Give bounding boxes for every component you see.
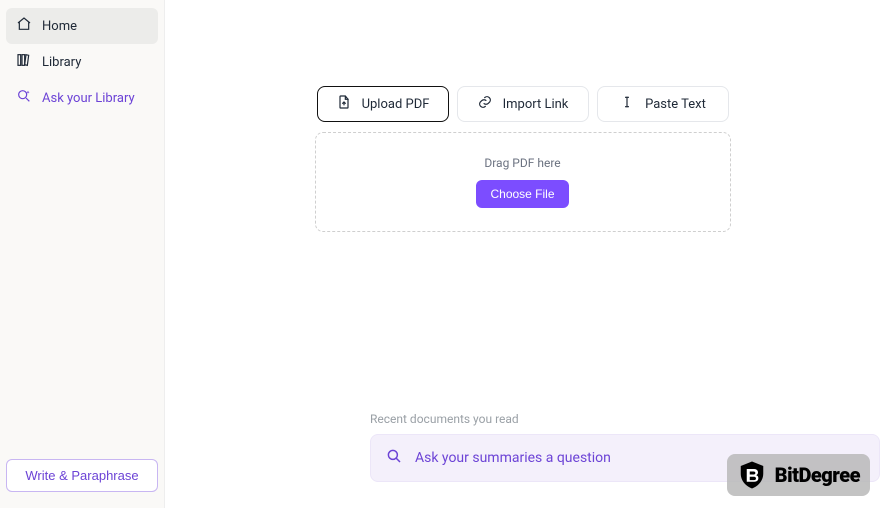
tab-upload-pdf[interactable]: Upload PDF: [317, 86, 449, 122]
library-icon: [16, 52, 32, 72]
search-sparkle-icon: [385, 447, 403, 469]
sidebar-item-label: Library: [42, 55, 81, 70]
search-sparkle-icon: [16, 88, 32, 108]
write-paraphrase-button[interactable]: Write & Paraphrase: [6, 459, 158, 492]
brand-logo-icon: [737, 460, 767, 490]
input-tabs: Upload PDF Import Link Paste Text: [317, 86, 729, 122]
sidebar-item-ask-library[interactable]: Ask your Library: [6, 80, 158, 116]
pdf-dropzone[interactable]: Drag PDF here Choose File: [315, 132, 731, 232]
choose-file-button[interactable]: Choose File: [476, 180, 568, 208]
brand-watermark: BitDegree: [727, 454, 870, 496]
text-cursor-icon: [619, 94, 635, 114]
sidebar-item-home[interactable]: Home: [6, 8, 158, 44]
tab-paste-text[interactable]: Paste Text: [597, 86, 729, 122]
tab-label: Paste Text: [645, 97, 706, 112]
recent-documents-label: Recent documents you read: [370, 412, 880, 426]
sidebar-spacer: [6, 116, 158, 459]
sidebar-item-label: Home: [42, 19, 77, 34]
sidebar-item-library[interactable]: Library: [6, 44, 158, 80]
tab-label: Upload PDF: [362, 97, 430, 112]
tab-label: Import Link: [503, 97, 569, 112]
main-content: Upload PDF Import Link Paste Text Drag P…: [165, 0, 880, 508]
sidebar-item-label: Ask your Library: [42, 91, 135, 106]
brand-name: BitDegree: [775, 463, 860, 487]
ask-bar-placeholder: Ask your summaries a question: [415, 450, 611, 466]
home-icon: [16, 16, 32, 36]
link-icon: [477, 94, 493, 114]
sidebar: Home Library Ask your Library Write & Pa…: [0, 0, 165, 508]
tab-import-link[interactable]: Import Link: [457, 86, 589, 122]
dropzone-hint: Drag PDF here: [484, 156, 560, 170]
pdf-upload-icon: [336, 94, 352, 114]
